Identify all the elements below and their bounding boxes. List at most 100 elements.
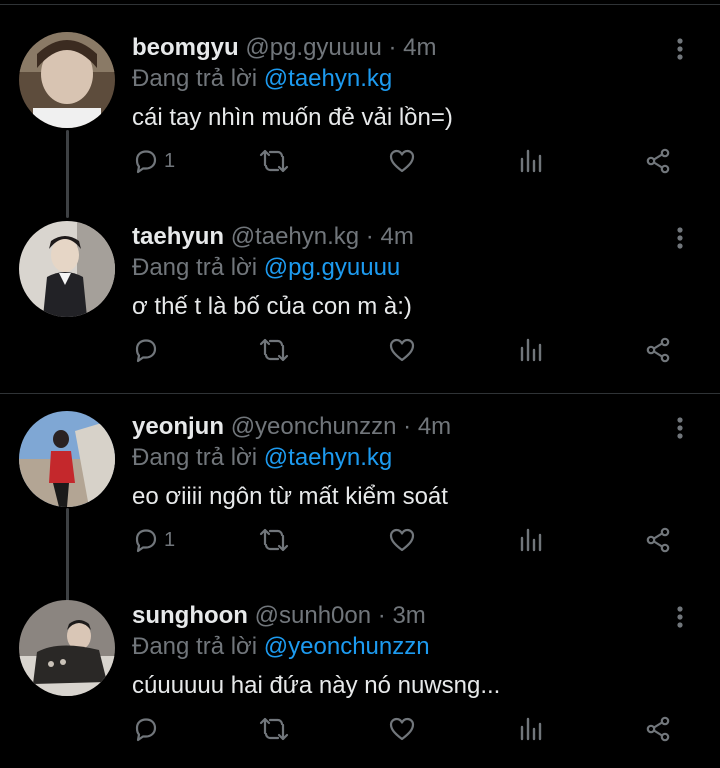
replying-to-label: Đang trả lời [132, 65, 258, 92]
views-icon [520, 338, 542, 362]
views-button[interactable] [518, 714, 546, 744]
top-divider [0, 4, 720, 5]
reply-icon [135, 718, 157, 742]
tweet-text: eo ơiiii ngôn từ mất kiểm soát [132, 483, 448, 510]
tweet-header: beomgyu @pg.gyuuuu · 4m [132, 33, 437, 63]
views-icon [520, 717, 542, 741]
avatar[interactable] [19, 600, 115, 696]
timestamp[interactable]: 4m [418, 413, 451, 440]
replying-to: Đang trả lời @pg.gyuuuu [132, 253, 400, 283]
like-button[interactable] [388, 714, 416, 744]
reply-icon [135, 529, 157, 553]
share-button[interactable] [644, 335, 672, 365]
separator: · [377, 602, 386, 629]
replying-to-mention[interactable]: @pg.gyuuuu [264, 254, 400, 281]
views-icon [520, 149, 542, 173]
handle[interactable]: @pg.gyuuuu [245, 34, 381, 61]
reply-button[interactable] [132, 714, 164, 744]
retweet-button[interactable] [258, 146, 290, 176]
views-button[interactable] [518, 525, 546, 555]
more-icon[interactable] [666, 35, 694, 63]
reply-icon [135, 150, 157, 174]
timestamp[interactable]: 4m [403, 34, 436, 61]
replying-to-mention[interactable]: @yeonchunzzn [264, 633, 430, 660]
like-button[interactable] [388, 146, 416, 176]
reply-icon [135, 339, 157, 363]
share-icon [646, 337, 670, 363]
retweet-icon [259, 338, 289, 362]
avatar-yeonjun-image [19, 411, 115, 507]
tweet-actions [130, 714, 690, 744]
share-button[interactable] [644, 714, 672, 744]
display-name[interactable]: beomgyu [132, 34, 239, 61]
replying-to-label: Đang trả lời [132, 254, 258, 281]
reply-button[interactable] [132, 335, 164, 365]
reply-count: 1 [164, 149, 176, 172]
tweet-text: cái tay nhìn muốn đẻ vải lồn=) [132, 104, 453, 131]
separator: · [388, 34, 397, 61]
replying-to-label: Đang trả lời [132, 444, 258, 471]
display-name[interactable]: yeonjun [132, 413, 224, 440]
replying-to: Đang trả lời @taehyn.kg [132, 443, 392, 473]
avatar[interactable] [19, 32, 115, 128]
separator: · [403, 413, 412, 440]
retweet-icon [259, 528, 289, 552]
replying-to: Đang trả lời @yeonchunzzn [132, 632, 430, 662]
display-name[interactable]: taehyun [132, 223, 224, 250]
retweet-icon [259, 717, 289, 741]
tweet-header: yeonjun @yeonchunzzn · 4m [132, 412, 451, 442]
tweet-actions: 1 [130, 525, 690, 555]
tweet-actions: 1 [130, 146, 690, 176]
like-icon [389, 338, 415, 362]
timestamp[interactable]: 3m [392, 602, 425, 629]
more-icon[interactable] [666, 224, 694, 252]
avatar-beomgyu-image [19, 32, 115, 128]
share-icon [646, 148, 670, 174]
more-icon[interactable] [666, 603, 694, 631]
tweet-text: ơ thế t là bố của con m à:) [132, 293, 412, 320]
avatar-taehyun-image [19, 221, 115, 317]
tweet[interactable]: taehyun @taehyn.kg · 4m Đang trả lời @pg… [0, 221, 720, 392]
share-button[interactable] [644, 146, 672, 176]
avatar[interactable] [19, 411, 115, 507]
handle[interactable]: @taehyn.kg [231, 223, 359, 250]
more-icon[interactable] [666, 414, 694, 442]
tweet-header: taehyun @taehyn.kg · 4m [132, 222, 414, 252]
share-button[interactable] [644, 525, 672, 555]
tweet[interactable]: yeonjun @yeonchunzzn · 4m Đang trả lời @… [0, 411, 720, 582]
retweet-icon [259, 149, 289, 173]
like-icon [389, 149, 415, 173]
handle[interactable]: @sunh0on [255, 602, 371, 629]
retweet-button[interactable] [258, 525, 290, 555]
tweet-text: cúuuuuu hai đứa này nó nuwsng... [132, 672, 501, 699]
tweet[interactable]: beomgyu @pg.gyuuuu · 4m Đang trả lời @ta… [0, 32, 720, 203]
retweet-button[interactable] [258, 335, 290, 365]
avatar-sunghoon-image [19, 600, 115, 696]
tweet[interactable]: sunghoon @sunh0on · 3m Đang trả lời @yeo… [0, 600, 720, 768]
timestamp[interactable]: 4m [380, 223, 413, 250]
views-icon [520, 528, 542, 552]
tweet-actions [130, 335, 690, 365]
replying-to: Đang trả lời @taehyn.kg [132, 64, 392, 94]
replying-to-mention[interactable]: @taehyn.kg [264, 444, 392, 471]
replying-to-mention[interactable]: @taehyn.kg [264, 65, 392, 92]
replying-to-label: Đang trả lời [132, 633, 258, 660]
reply-button[interactable]: 1 [132, 146, 175, 176]
like-button[interactable] [388, 525, 416, 555]
share-icon [646, 716, 670, 742]
reply-count: 1 [164, 528, 176, 551]
share-icon [646, 527, 670, 553]
like-button[interactable] [388, 335, 416, 365]
avatar[interactable] [19, 221, 115, 317]
like-icon [389, 528, 415, 552]
views-button[interactable] [518, 335, 546, 365]
handle[interactable]: @yeonchunzzn [231, 413, 397, 440]
like-icon [389, 717, 415, 741]
reply-button[interactable]: 1 [132, 525, 175, 555]
tweet-header: sunghoon @sunh0on · 3m [132, 601, 426, 631]
separator: · [365, 223, 374, 250]
views-button[interactable] [518, 146, 546, 176]
display-name[interactable]: sunghoon [132, 602, 248, 629]
retweet-button[interactable] [258, 714, 290, 744]
thread-divider [0, 393, 720, 394]
